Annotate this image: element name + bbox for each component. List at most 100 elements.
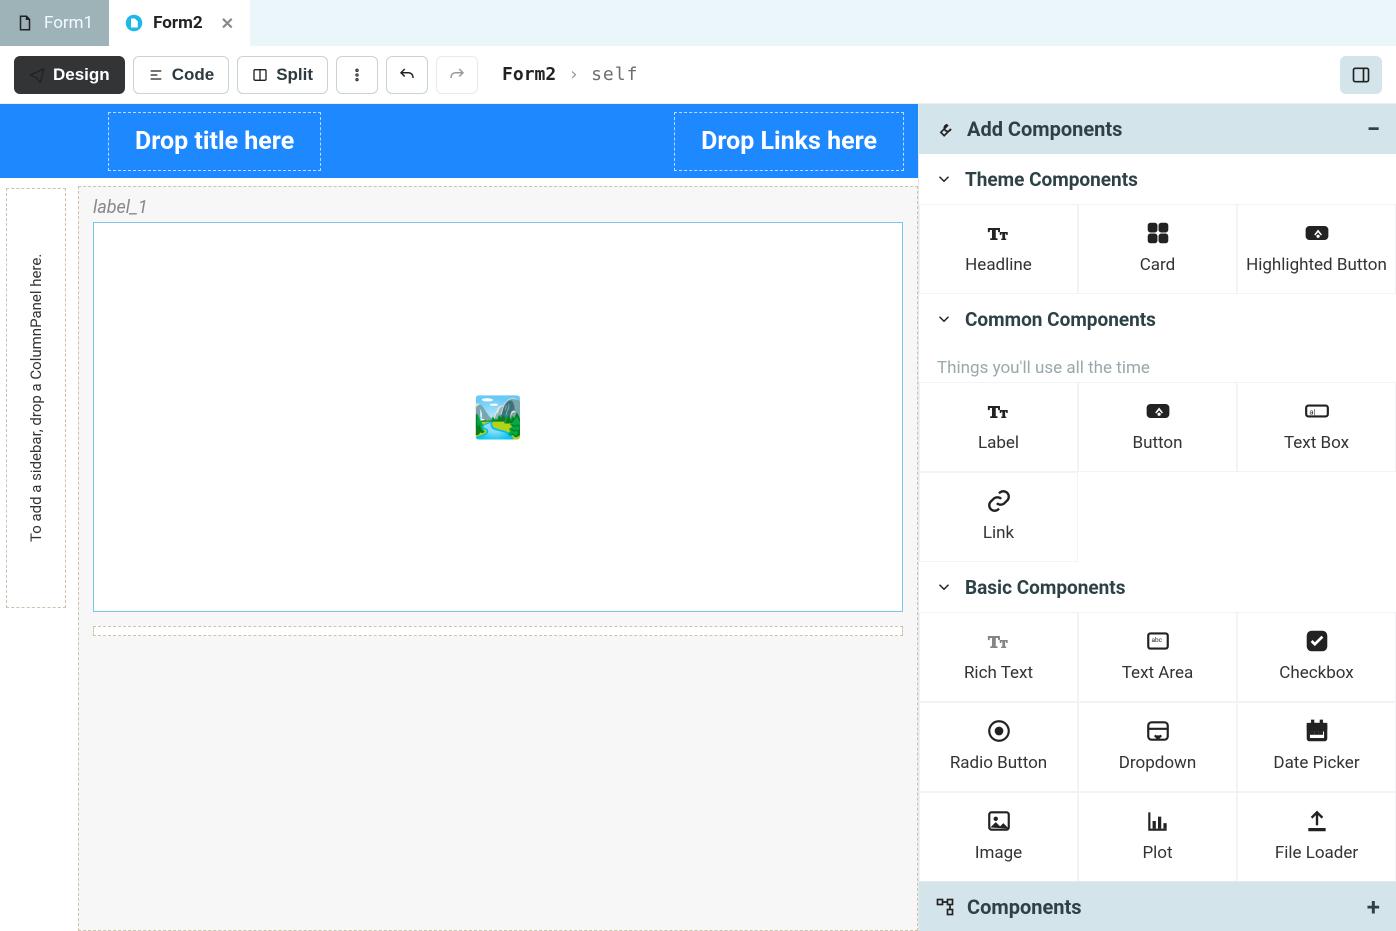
components-tree-label: Components [967,895,1082,919]
radio-icon [986,718,1012,744]
checkbox-icon [1304,628,1330,654]
svg-text:T: T [1000,409,1008,421]
components-scroll[interactable]: Theme Components TT Headline Card Highli… [919,154,1396,881]
calendar-icon [1304,718,1330,744]
document-icon [125,14,143,32]
list-icon [148,67,164,83]
richtext-icon: TT [986,628,1012,654]
card-icon [1145,220,1171,246]
svg-text:T: T [988,225,1000,244]
undo-icon [398,66,416,84]
comp-textarea[interactable]: abc Text Area [1078,612,1237,702]
split-icon [252,67,268,83]
comp-image[interactable]: Image [919,792,1078,881]
components-panel: Add Components − Theme Components TT Hea… [918,104,1396,931]
tab-label: Form2 [153,13,202,33]
plot-icon [1145,808,1171,834]
components-tree-header[interactable]: Components + [919,881,1396,931]
comp-label-text: Checkbox [1279,663,1353,683]
comp-label-text: Plot [1142,843,1172,863]
common-section-header[interactable]: Common Components [919,294,1396,344]
svg-text:T: T [1000,231,1008,243]
comp-link[interactable]: Link [919,472,1078,562]
collapse-icon[interactable]: − [1367,115,1380,143]
add-components-header[interactable]: Add Components − [919,104,1396,154]
code-button[interactable]: Code [133,56,230,94]
chevron-down-icon [935,578,953,596]
theme-section-header[interactable]: Theme Components [919,154,1396,204]
comp-fileloader[interactable]: File Loader [1237,792,1396,881]
comp-checkbox[interactable]: Checkbox [1237,612,1396,702]
design-button[interactable]: Design [14,56,125,94]
paper-plane-icon [29,67,45,83]
chevron-down-icon [935,170,953,188]
svg-text:T: T [1000,639,1008,651]
comp-label-text: Dropdown [1119,753,1196,773]
comp-label-text: Rich Text [964,663,1033,683]
headline-icon: TT [986,220,1012,246]
canvas-body: To add a sidebar, drop a ColumnPanel her… [0,178,918,931]
basic-section-label: Basic Components [965,576,1125,599]
comp-label-text: Image [975,843,1022,863]
upload-icon [1304,808,1330,834]
basic-section-header[interactable]: Basic Components [919,562,1396,612]
kebab-icon [349,67,365,83]
comp-dropdown[interactable]: Dropdown [1078,702,1237,792]
canvas-area: Drop title here Drop Links here To add a… [0,104,918,931]
image-component[interactable]: 🏞️ [93,222,903,612]
sidebar-dropzone[interactable]: To add a sidebar, drop a ColumnPanel her… [6,188,66,608]
comp-headline[interactable]: TT Headline [919,204,1078,294]
tab-label: Form1 [44,13,93,33]
common-grid: TT Label Button a| Text Box Link [919,382,1396,562]
drop-links-zone[interactable]: Drop Links here [674,112,904,171]
comp-label[interactable]: TT Label [919,382,1078,472]
theme-grid: TT Headline Card Highlighted Button [919,204,1396,294]
comp-radio[interactable]: Radio Button [919,702,1078,792]
breadcrumb-self[interactable]: self [591,64,638,85]
toolbar: Design Code Split Form2 › self [0,46,1396,104]
comp-label-text: Button [1132,433,1182,453]
basic-grid: TT Rich Text abc Text Area Checkbox Radi… [919,612,1396,881]
button-icon [1145,398,1171,424]
comp-button[interactable]: Button [1078,382,1237,472]
chevron-right-icon: › [568,64,579,85]
comp-textbox[interactable]: a| Text Box [1237,382,1396,472]
toggle-panel-button[interactable] [1340,56,1382,94]
link-icon [986,488,1012,514]
code-label: Code [172,65,215,85]
content-panel[interactable]: label_1 🏞️ [78,186,918,931]
drop-title-zone[interactable]: Drop title here [108,112,321,171]
comp-label-text: File Loader [1275,843,1358,863]
redo-button[interactable] [436,56,478,94]
comp-label: Card [1140,255,1176,275]
breadcrumb-form[interactable]: Form2 [502,64,556,85]
split-button[interactable]: Split [237,56,328,94]
comp-label: Highlighted Button [1246,255,1387,275]
comp-label-text: Text Box [1284,433,1349,453]
comp-plot[interactable]: Plot [1078,792,1237,881]
undo-button[interactable] [386,56,428,94]
image-icon [986,808,1012,834]
comp-richtext[interactable]: TT Rich Text [919,612,1078,702]
comp-card[interactable]: Card [1078,204,1237,294]
tree-icon [935,897,955,917]
tab-form1[interactable]: Form1 [0,0,109,46]
document-icon [16,14,34,32]
chevron-down-icon [935,310,953,328]
tab-form2[interactable]: Form2 ✕ [109,0,250,46]
more-button[interactable] [336,56,378,94]
label-component[interactable]: label_1 [79,187,917,222]
textbox-icon: a| [1304,398,1330,424]
comp-highlighted-button[interactable]: Highlighted Button [1237,204,1396,294]
image-placeholder-icon: 🏞️ [473,394,523,441]
svg-text:a|: a| [1309,407,1315,416]
main-area: Drop title here Drop Links here To add a… [0,104,1396,931]
wrench-icon [935,119,955,139]
close-icon[interactable]: ✕ [221,14,234,33]
svg-text:T: T [988,403,1000,422]
row-dropzone[interactable] [93,626,903,636]
header-dropzone-bar: Drop title here Drop Links here [0,104,918,178]
redo-icon [448,66,466,84]
expand-icon[interactable]: + [1367,893,1380,921]
comp-datepicker[interactable]: Date Picker [1237,702,1396,792]
